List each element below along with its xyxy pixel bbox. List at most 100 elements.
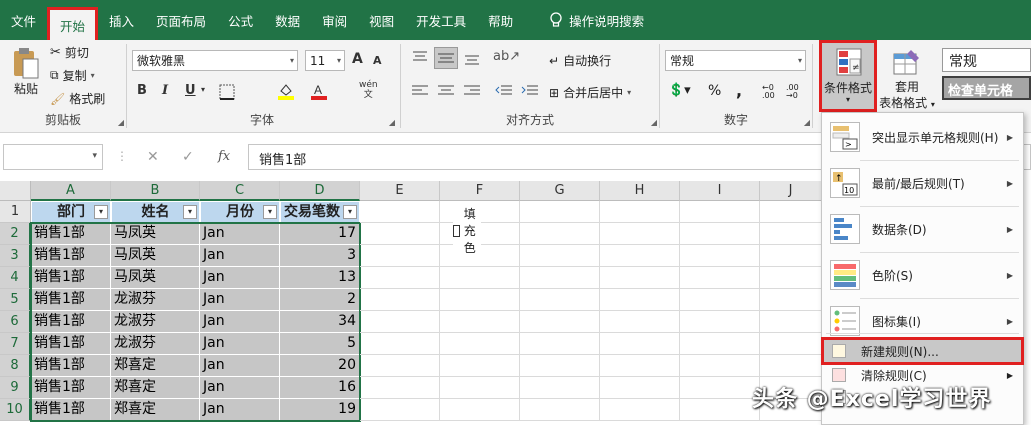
italic-button[interactable]: I — [162, 83, 168, 98]
align-middle-icon[interactable] — [434, 47, 458, 69]
table-cell[interactable]: 马凤英 — [111, 267, 200, 289]
cell-style-normal[interactable]: 常规 — [942, 48, 1031, 72]
filter-dropdown-icon[interactable]: ▾ — [94, 205, 108, 219]
menu-item-new-rule[interactable]: 新建规则(N)... — [821, 337, 1024, 365]
tab-developer[interactable]: 开发工具 — [405, 0, 477, 40]
phonetic-guide-button[interactable]: wén 文 — [359, 80, 378, 100]
table-cell[interactable]: Jan — [200, 399, 280, 421]
enter-icon[interactable]: ✓ — [182, 149, 194, 165]
align-left-icon[interactable] — [411, 84, 429, 101]
underline-button[interactable]: U — [185, 83, 196, 98]
menu-item-top-bottom-rules[interactable]: ↑ 10 最前/最后规则(T) ▶ — [822, 161, 1023, 205]
font-increase-button[interactable]: A — [352, 51, 363, 67]
row-header[interactable]: 7 — [0, 333, 31, 355]
currency-icon[interactable]: 💲▾ — [668, 83, 691, 98]
row-header[interactable]: 2 — [0, 223, 31, 245]
align-right-icon[interactable] — [463, 84, 481, 101]
table-cell[interactable]: 销售1部 — [31, 267, 111, 289]
table-cell[interactable]: 3 — [280, 245, 360, 267]
tab-view[interactable]: 视图 — [358, 0, 405, 40]
comma-style-button[interactable]: , — [736, 81, 742, 100]
column-header[interactable]: E — [360, 181, 440, 201]
table-cell[interactable]: Jan — [200, 289, 280, 311]
tab-home[interactable]: 开始 — [47, 7, 99, 40]
table-cell[interactable]: 2 — [280, 289, 360, 311]
increase-indent-icon[interactable] — [521, 84, 539, 101]
column-header[interactable]: I — [680, 181, 760, 201]
table-cell[interactable]: 销售1部 — [31, 399, 111, 421]
row-header[interactable]: 1 — [0, 201, 31, 223]
align-top-icon[interactable] — [411, 50, 429, 66]
filter-dropdown-icon[interactable]: ▾ — [343, 205, 357, 219]
tab-file[interactable]: 文件 — [0, 0, 47, 40]
tab-insert[interactable]: 插入 — [98, 0, 145, 40]
column-header[interactable]: D — [280, 181, 360, 201]
table-cell[interactable]: 龙淑芬 — [111, 333, 200, 355]
tell-me-search[interactable]: 操作说明搜索 — [538, 0, 655, 40]
menu-item-data-bars[interactable]: 数据条(D) ▶ — [822, 207, 1023, 251]
font-decrease-button[interactable]: A — [373, 54, 382, 67]
font-color-icon[interactable]: A — [310, 82, 328, 100]
table-cell[interactable]: 16 — [280, 377, 360, 399]
table-cell[interactable]: 马凤英 — [111, 223, 200, 245]
column-header[interactable]: J — [760, 181, 822, 201]
align-center-icon[interactable] — [437, 84, 455, 101]
filter-dropdown-icon[interactable]: ▾ — [263, 205, 277, 219]
table-cell[interactable]: 销售1部 — [31, 223, 111, 245]
row-header[interactable]: 6 — [0, 311, 31, 333]
font-name-combo[interactable]: 微软雅黑 ▾ — [132, 50, 298, 71]
table-cell[interactable]: Jan — [200, 267, 280, 289]
table-cell[interactable]: 销售1部 — [31, 333, 111, 355]
table-cell[interactable]: 销售1部 — [31, 311, 111, 333]
checkbox-icon[interactable] — [453, 224, 460, 237]
wrap-text-button[interactable]: ↵ 自动换行 — [549, 52, 611, 69]
row-header[interactable]: 5 — [0, 289, 31, 311]
insert-function-icon[interactable]: fx — [218, 149, 230, 164]
bold-button[interactable]: B — [137, 83, 147, 98]
table-header-cell[interactable]: 月份 ▾ — [200, 201, 280, 223]
copy-button[interactable]: ⧉ 复制 ▾ — [50, 67, 95, 84]
dialog-launcher-icon[interactable]: ◢ — [118, 118, 124, 127]
column-header[interactable]: B — [111, 181, 200, 201]
column-header[interactable]: G — [520, 181, 600, 201]
select-all-corner[interactable] — [0, 181, 31, 201]
menu-item-icon-sets[interactable]: 图标集(I) ▶ — [822, 299, 1023, 343]
table-cell[interactable]: Jan — [200, 223, 280, 245]
table-cell[interactable]: Jan — [200, 245, 280, 267]
tab-help[interactable]: 帮助 — [477, 0, 524, 40]
table-header-cell[interactable]: 姓名 ▾ — [111, 201, 200, 223]
format-painter-button[interactable]: 🖌 格式刷 — [50, 90, 105, 107]
table-cell[interactable]: Jan — [200, 311, 280, 333]
table-cell[interactable]: 郑喜定 — [111, 399, 200, 421]
orientation-icon[interactable]: ab↗ — [493, 49, 520, 64]
table-cell[interactable]: 34 — [280, 311, 360, 333]
tab-formulas[interactable]: 公式 — [217, 0, 264, 40]
table-cell[interactable]: 销售1部 — [31, 355, 111, 377]
column-header[interactable]: F — [440, 181, 520, 201]
table-cell[interactable]: Jan — [200, 377, 280, 399]
chevron-down-icon[interactable]: ▾ — [201, 85, 205, 94]
tab-data[interactable]: 数据 — [264, 0, 311, 40]
table-cell[interactable]: 20 — [280, 355, 360, 377]
table-cell[interactable]: Jan — [200, 333, 280, 355]
menu-item-highlight-rules[interactable]: > 突出显示单元格规则(H) ▶ — [822, 115, 1023, 159]
table-header-cell[interactable]: 部门 ▾ — [31, 201, 111, 223]
decrease-indent-icon[interactable] — [495, 84, 513, 101]
number-format-combo[interactable]: 常规 ▾ — [665, 50, 806, 71]
table-cell[interactable]: Jan — [200, 355, 280, 377]
table-cell[interactable]: 销售1部 — [31, 289, 111, 311]
percent-button[interactable]: % — [708, 83, 721, 99]
merge-center-button[interactable]: ⊞ 合并后居中 ▾ — [549, 84, 631, 101]
column-header[interactable]: C — [200, 181, 280, 201]
table-cell[interactable]: 19 — [280, 399, 360, 421]
conditional-formatting-button[interactable]: ≠ 条件格式 ▾ — [819, 40, 877, 112]
column-header[interactable]: H — [600, 181, 680, 201]
table-cell[interactable]: 销售1部 — [31, 245, 111, 267]
dialog-launcher-icon[interactable]: ◢ — [651, 118, 657, 127]
menu-item-color-scales[interactable]: 色阶(S) ▶ — [822, 253, 1023, 297]
cell-style-check[interactable]: 检查单元格 — [942, 76, 1031, 100]
format-as-table-button[interactable]: 套用 表格格式 ▾ — [879, 44, 935, 112]
table-cell[interactable]: 销售1部 — [31, 377, 111, 399]
tab-review[interactable]: 审阅 — [311, 0, 358, 40]
table-cell[interactable]: 17 — [280, 223, 360, 245]
